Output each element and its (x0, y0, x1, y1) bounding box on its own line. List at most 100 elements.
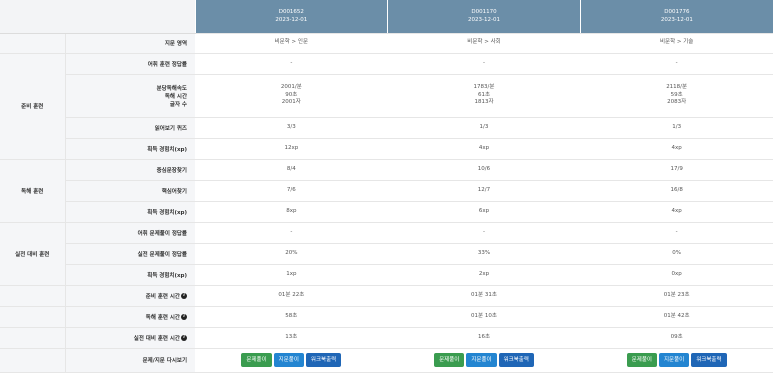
cell-reading-xp: 4xp (580, 201, 773, 223)
category-empty (0, 285, 66, 307)
row-keyword: 핵심어찾기 7/6 12/7 16/8 (0, 180, 773, 202)
cell-keyword: 12/7 (387, 180, 581, 202)
label-preview-quiz: 읽어보기 퀴즈 (65, 117, 195, 139)
row-practice-vocab: 실전 대비 훈련 어휘 문제풀이 정답률 - - - (0, 222, 773, 286)
doc-date: 2023-12-01 (275, 17, 308, 24)
doc-header: D001170 2023-12-01 (387, 0, 581, 34)
category-empty (0, 327, 66, 349)
label-vocab-accuracy: 어휘 훈련 정답률 (65, 53, 195, 75)
speed-value: 1783/분 (473, 84, 495, 91)
cell-reading-speed: 2118/분 59초 2083자 (580, 74, 773, 118)
row-reading-xp: 획득 경험치(xp) 8xp 6xp 4xp (0, 201, 773, 223)
row-reading-speed: 분당독해속도 독해 시간 글자 수 2001/분 90초 2001자 1783/… (0, 74, 773, 118)
doc-date: 2023-12-01 (468, 17, 500, 24)
label-central-sentence: 중심문장찾기 (65, 159, 195, 181)
row-practice-accuracy: 실전 문제풀이 정답률 20% 33% 0% (0, 243, 773, 265)
cell-practice-accuracy: 20% (195, 243, 388, 265)
cell-prep-time: 01분 31초 (387, 285, 581, 307)
doc-id: D001776 (664, 9, 690, 16)
cell-domain: 비문학 > 인문 (195, 33, 388, 54)
char-count-value: 1813자 (474, 99, 494, 106)
cell-vocab-accuracy: - (387, 53, 581, 75)
cell-reading-train-time: 58초 (195, 306, 388, 328)
row-preview-quiz: 읽어보기 퀴즈 3/3 1/3 1/3 (0, 117, 773, 139)
category-prep: 준비 훈련 (0, 53, 66, 160)
workbook-print-button[interactable]: 워크북출력 (305, 353, 342, 367)
passage-button[interactable]: 지문풀이 (659, 353, 690, 367)
label-keyword: 핵심어찾기 (65, 180, 195, 202)
cell-reading-speed: 1783/분 61초 1813자 (387, 74, 581, 118)
cell-keyword: 16/8 (580, 180, 773, 202)
cell-practice-accuracy: 0% (580, 243, 773, 265)
label-practice-accuracy: 실전 문제풀이 정답률 (65, 243, 195, 265)
header-corner (0, 0, 195, 34)
category-reading: 독해 훈련 (0, 159, 66, 223)
cell-domain: 비문학 > 사회 (387, 33, 581, 54)
workbook-print-button[interactable]: 워크북출력 (691, 353, 727, 367)
info-icon[interactable]: i (181, 335, 187, 341)
header-row: D001652 2023-12-01 D001170 2023-12-01 D0… (0, 0, 773, 34)
solve-button[interactable]: 문제풀이 (241, 353, 272, 367)
cell-central-sentence: 17/9 (580, 159, 773, 181)
speed-value: 2001/분 (280, 84, 302, 91)
cell-prep-time: 01분 22초 (195, 285, 388, 307)
label-practice-vocab: 어휘 문제풀이 정답률 (65, 222, 195, 244)
label-prep-xp: 획득 경험치(xp) (65, 138, 195, 160)
row-central-sentence: 독해 훈련 중심문장찾기 8/4 10/6 17/9 (0, 159, 773, 223)
cell-central-sentence: 8/4 (195, 159, 388, 181)
cell-practice-accuracy: 33% (387, 243, 581, 265)
workbook-print-button[interactable]: 워크북출력 (498, 353, 534, 367)
info-icon[interactable]: i (181, 293, 187, 299)
cell-prep-xp: 4xp (580, 138, 773, 160)
cell-prep-xp: 4xp (387, 138, 581, 160)
cell-practice-time: 09초 (580, 327, 773, 349)
label-prep-time-text: 준비 훈련 시간 (145, 293, 180, 300)
doc-header: D001652 2023-12-01 (194, 0, 388, 34)
cell-prep-time: 01분 23초 (580, 285, 773, 307)
label-reading-train-time-text: 독해 훈련 시간 (145, 314, 180, 321)
char-count-value: 2001자 (281, 99, 301, 106)
cell-review-actions: 문제풀이 지문풀이 워크북출력 (195, 348, 388, 373)
category-empty (0, 33, 66, 54)
cell-practice-xp: 1xp (195, 264, 388, 286)
label-speed: 분당독해속도 (156, 85, 187, 92)
label-practice-time-text: 실전 대비 훈련 시간 (133, 335, 180, 342)
solve-button[interactable]: 문제풀이 (626, 353, 657, 367)
label-reading-train-time: 독해 훈련 시간 i (65, 306, 195, 328)
row-review: 문제/지문 다시보기 문제풀이 지문풀이 워크북출력 문제풀이 지문풀이 워크북출력 문… (0, 348, 773, 373)
cell-prep-xp: 12xp (195, 138, 388, 160)
row-vocab-accuracy: 준비 훈련 어휘 훈련 정답률 - - - (0, 53, 773, 160)
cell-practice-vocab: - (195, 222, 388, 244)
label-practice-xp: 획득 경험치(xp) (65, 264, 195, 286)
cell-reading-train-time: 01분 10초 (387, 306, 581, 328)
passage-button[interactable]: 지문풀이 (273, 353, 304, 367)
cell-reading-train-time: 01분 42초 (580, 306, 773, 328)
category-empty (0, 306, 66, 328)
cell-review-actions: 문제풀이 지문풀이 워크북출력 (387, 348, 581, 373)
label-reading-xp: 획득 경험치(xp) (65, 201, 195, 223)
passage-button[interactable]: 지문풀이 (466, 353, 497, 367)
cell-practice-vocab: - (580, 222, 773, 244)
cell-preview-quiz: 3/3 (195, 117, 388, 139)
row-practice-xp: 획득 경험치(xp) 1xp 2xp 0xp (0, 264, 773, 286)
row-reading-train-time: 독해 훈련 시간 i 58초 01분 10초 01분 42초 (0, 306, 773, 328)
info-icon[interactable]: i (181, 314, 187, 320)
label-practice-time: 실전 대비 훈련 시간 i (65, 327, 195, 349)
doc-header: D001776 2023-12-01 (579, 0, 773, 34)
speed-value: 2118/분 (666, 84, 688, 91)
cell-vocab-accuracy: - (195, 53, 388, 75)
char-count-value: 2083자 (667, 99, 687, 106)
cell-keyword: 7/6 (195, 180, 388, 202)
cell-practice-time: 16초 (387, 327, 581, 349)
cell-reading-xp: 6xp (387, 201, 581, 223)
row-practice-time: 실전 대비 훈련 시간 i 13초 16초 09초 (0, 327, 773, 349)
cell-reading-speed: 2001/분 90초 2001자 (195, 74, 388, 118)
solve-button[interactable]: 문제풀이 (434, 353, 465, 367)
doc-date: 2023-12-01 (660, 17, 693, 24)
cell-preview-quiz: 1/3 (387, 117, 581, 139)
cell-practice-time: 13초 (195, 327, 388, 349)
cell-reading-xp: 8xp (195, 201, 388, 223)
cell-practice-xp: 2xp (387, 264, 581, 286)
cell-vocab-accuracy: - (580, 53, 773, 75)
row-domain: 지문 영역 비문학 > 인문 비문학 > 사회 비문학 > 기술 (0, 33, 773, 54)
